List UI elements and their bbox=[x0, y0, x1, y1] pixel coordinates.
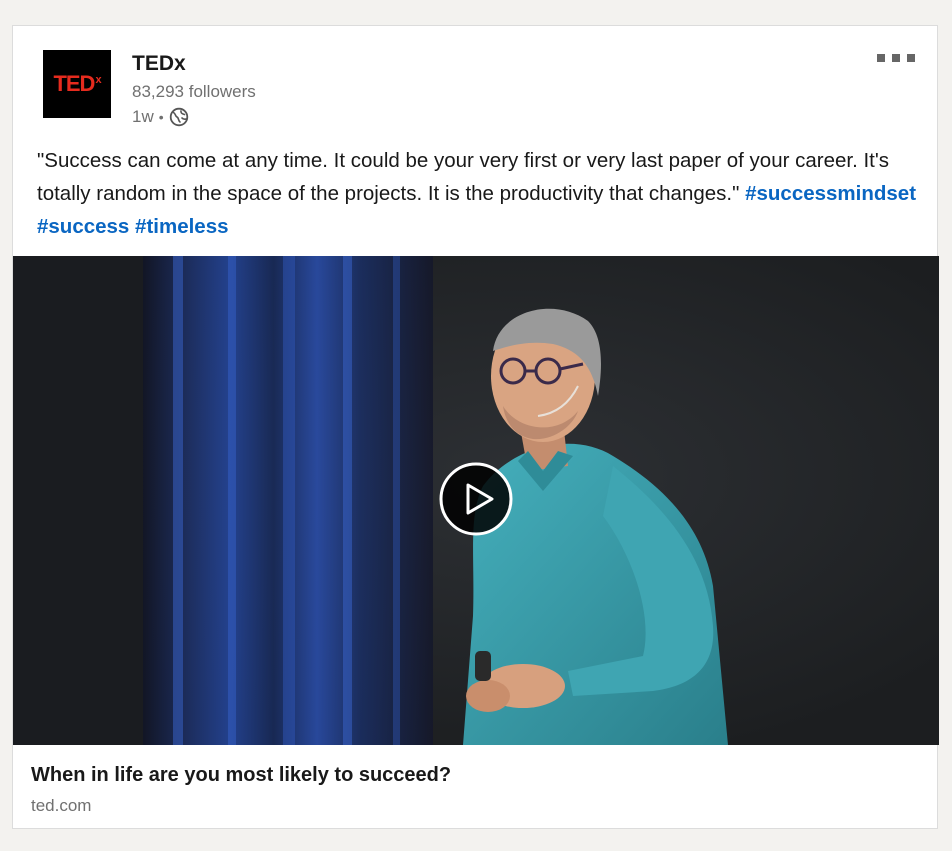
post-time: 1w bbox=[132, 107, 154, 126]
hashtag-link[interactable]: #timeless bbox=[135, 215, 228, 238]
play-icon bbox=[439, 462, 513, 536]
hashtag-link[interactable]: #successmindset bbox=[745, 182, 916, 205]
post-card: TEDx TEDx 83,293 followers 1w • "Success… bbox=[12, 25, 939, 829]
hashtag-link[interactable]: #success bbox=[37, 215, 129, 238]
post-text: "Success can come at any time. It could … bbox=[37, 144, 917, 243]
author-name[interactable]: TEDx bbox=[132, 52, 186, 76]
ellipsis-icon bbox=[907, 54, 915, 62]
play-button[interactable] bbox=[438, 461, 514, 537]
link-title[interactable]: When in life are you most likely to succ… bbox=[31, 764, 451, 787]
video-thumbnail[interactable] bbox=[13, 256, 939, 745]
follower-count: 83,293 followers bbox=[132, 82, 256, 101]
author-logo[interactable]: TEDx bbox=[43, 50, 111, 118]
post-header: TEDx TEDx 83,293 followers 1w • bbox=[13, 26, 937, 141]
meta-separator: • bbox=[158, 109, 164, 125]
link-domain: ted.com bbox=[31, 796, 92, 815]
tedx-logo-text: TEDx bbox=[53, 71, 101, 96]
ellipsis-icon bbox=[892, 54, 900, 62]
ellipsis-icon bbox=[877, 54, 885, 62]
post-meta: 1w • bbox=[132, 107, 189, 127]
globe-icon bbox=[169, 107, 189, 127]
more-options-button[interactable] bbox=[877, 50, 915, 66]
